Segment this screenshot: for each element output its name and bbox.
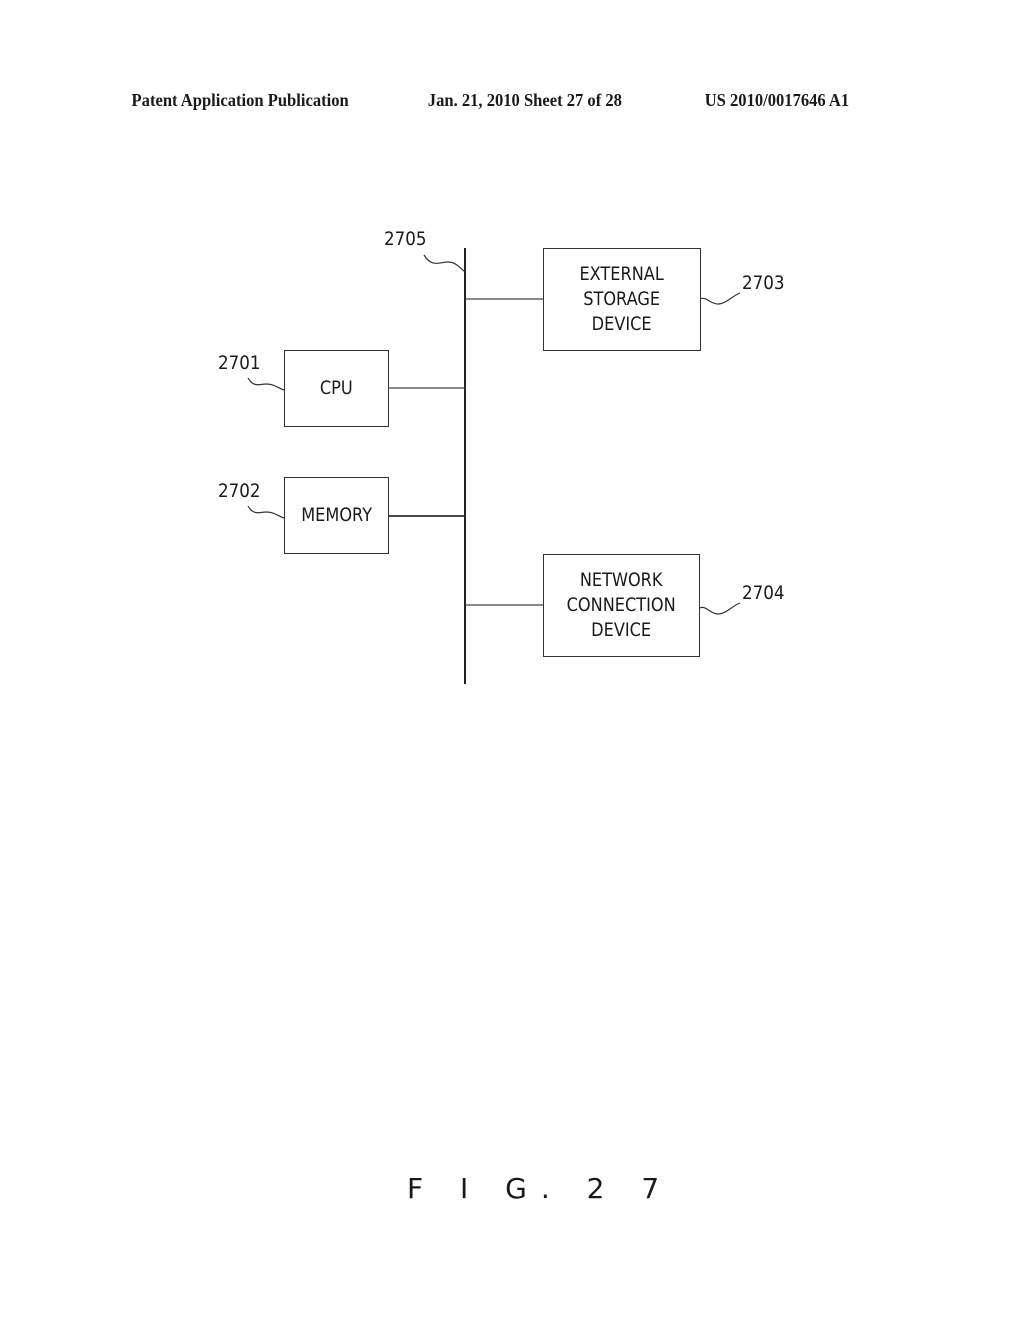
memory-box: MEMORY	[284, 477, 389, 554]
network-connection-leader-line	[699, 602, 741, 615]
cpu-box: CPU	[284, 350, 389, 427]
cpu-leader-line	[247, 377, 285, 391]
ref-2703: 2703	[742, 272, 785, 294]
ref-2702: 2702	[218, 480, 261, 502]
external-storage-leader-line	[699, 292, 741, 305]
bus-leader-line	[423, 254, 466, 273]
connector-lines	[247, 248, 741, 684]
ref-2701: 2701	[218, 352, 261, 374]
memory-leader-line	[247, 505, 285, 519]
ref-2704: 2704	[742, 582, 785, 604]
network-connection-box: NETWORK CONNECTION DEVICE	[543, 554, 700, 657]
ref-2705: 2705	[384, 228, 427, 250]
external-storage-box: EXTERNAL STORAGE DEVICE	[543, 248, 701, 351]
figure-label: F I G. 2 7	[407, 1172, 674, 1205]
